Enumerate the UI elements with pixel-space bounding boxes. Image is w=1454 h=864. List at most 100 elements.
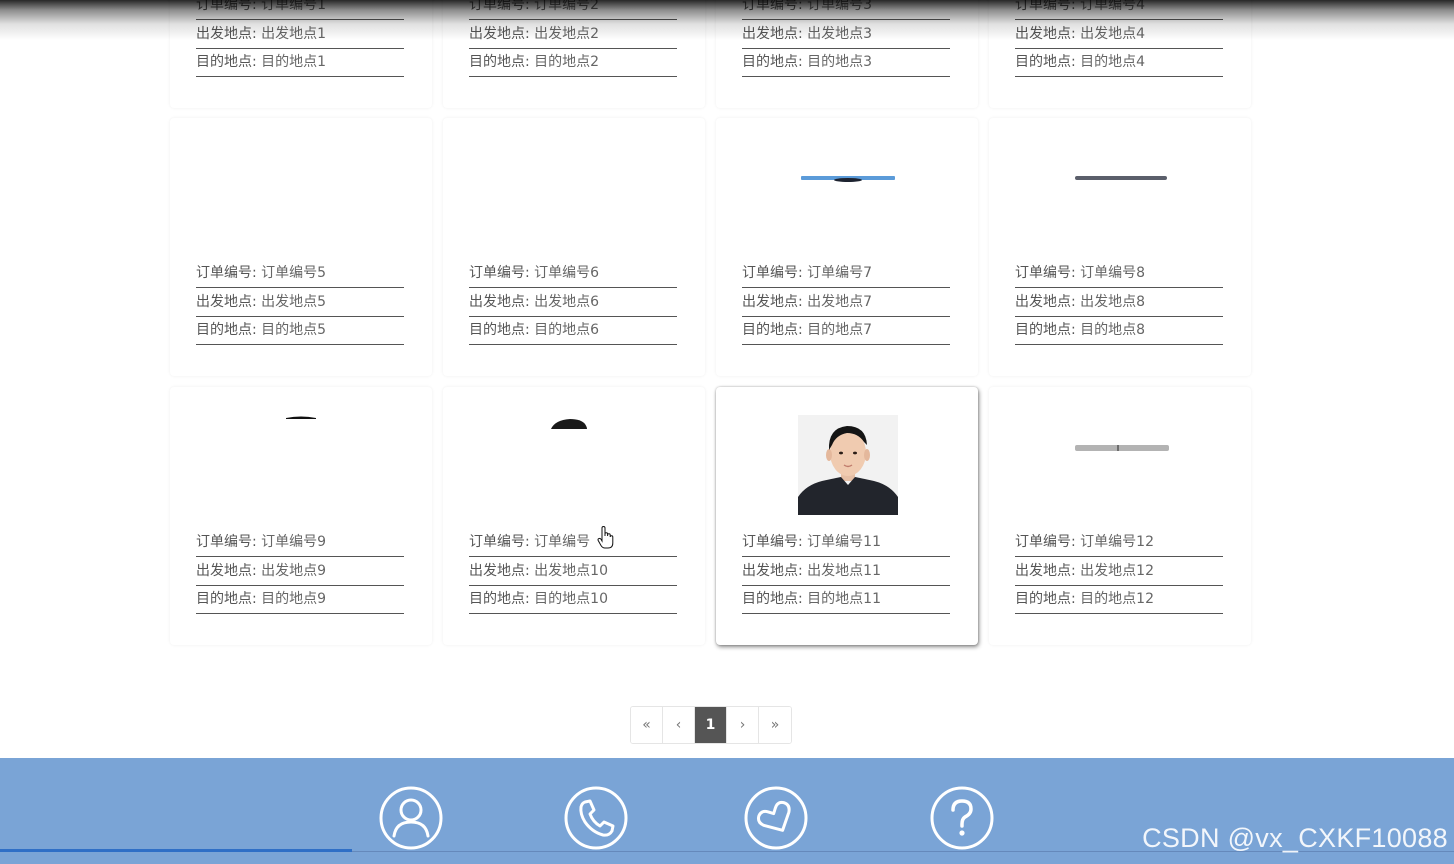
- departure-row: 出发地点: 出发地点11: [742, 558, 950, 586]
- photo-sliver-hair: [551, 419, 587, 429]
- departure-value: 出发地点1: [261, 25, 327, 42]
- order-number-value: 订单编号11: [807, 534, 881, 550]
- destination-label: 目的地点: [742, 591, 798, 607]
- order-card[interactable]: 订单编号: 订单编号1 出发地点: 出发地点1 目的地点: 目的地点1: [170, 0, 432, 108]
- departure-row: 出发地点: 出发地点9: [196, 558, 404, 586]
- departure-label: 出发地点: [196, 562, 252, 579]
- departure-row: 出发地点: 出发地点8: [1015, 289, 1223, 317]
- order-number-label: 订单编号: [469, 534, 525, 550]
- destination-row: 目的地点: 目的地点12: [1015, 586, 1223, 614]
- destination-label: 目的地点: [196, 54, 252, 70]
- order-number-value: 订单编号5: [261, 265, 327, 281]
- order-number-row: 订单编号: 订单编号5: [196, 260, 404, 288]
- order-number-value: 订单编号3: [807, 0, 873, 13]
- destination-row: 目的地点: 目的地点6: [469, 317, 677, 345]
- destination-value: 目的地点1: [261, 54, 327, 70]
- order-card[interactable]: 订单编号: 订单编号7 出发地点: 出发地点7 目的地点: 目的地点7: [716, 118, 978, 376]
- destination-value: 目的地点10: [534, 591, 608, 607]
- order-number-value: 订单编号4: [1080, 0, 1146, 13]
- departure-row: 出发地点: 出发地点10: [469, 558, 677, 586]
- pagination-last-button[interactable]: »: [759, 707, 791, 743]
- destination-label: 目的地点: [469, 322, 525, 338]
- order-number-label: 订单编号: [196, 0, 252, 13]
- card-fields: 订单编号: 订单编号4 出发地点: 出发地点4 目的地点: 目的地点4: [1015, 0, 1223, 78]
- pagination-next-button[interactable]: ›: [727, 707, 759, 743]
- order-number-row: 订单编号: 订单编号9: [196, 529, 404, 557]
- order-card-hovered[interactable]: 订单编号: 订单编号11 出发地点: 出发地点11 目的地点: 目的地点11: [716, 387, 978, 645]
- order-card[interactable]: 订单编号: 订单编号12 出发地点: 出发地点12 目的地点: 目的地点12: [989, 387, 1251, 645]
- pagination-first-button[interactable]: «: [631, 707, 663, 743]
- order-number-label: 订单编号: [742, 0, 798, 13]
- order-photo: [252, 415, 352, 515]
- order-number-value: 订单编号: [534, 534, 591, 550]
- destination-label: 目的地点: [196, 322, 252, 338]
- departure-label: 出发地点: [742, 25, 798, 42]
- progress-bar: [0, 849, 352, 852]
- order-card[interactable]: 订单编号: 订单编号5 出发地点: 出发地点5 目的地点: 目的地点5: [170, 118, 432, 376]
- destination-row: 目的地点: 目的地点2: [469, 49, 677, 77]
- departure-value: 出发地点4: [1080, 25, 1146, 42]
- card-fields: 订单编号: 订单编号6 出发地点: 出发地点6 目的地点: 目的地点6: [469, 260, 677, 346]
- card-fields: 订单编号: 订单编号7 出发地点: 出发地点7 目的地点: 目的地点7: [742, 260, 950, 346]
- order-number-value: 订单编号2: [534, 0, 600, 13]
- order-number-label: 订单编号: [1015, 0, 1071, 13]
- help-icon[interactable]: [930, 786, 994, 850]
- departure-value: 出发地点9: [261, 562, 327, 579]
- order-number-value: 订单编号8: [1080, 265, 1146, 281]
- departure-label: 出发地点: [196, 293, 252, 310]
- order-card-grid: 订单编号: 订单编号1 出发地点: 出发地点1 目的地点: 目的地点1 订单编号…: [170, 0, 1260, 660]
- photo-sliver-hair-thin: [286, 416, 316, 419]
- departure-label: 出发地点: [469, 293, 525, 310]
- order-number-value: 订单编号1: [261, 0, 327, 13]
- order-number-label: 订单编号: [196, 265, 252, 281]
- order-number-label: 订单编号: [1015, 265, 1071, 281]
- card-fields: 订单编号: 订单编号9 出发地点: 出发地点9 目的地点: 目的地点9: [196, 529, 404, 615]
- order-card[interactable]: 订单编号: 订单编号 出发地点: 出发地点10 目的地点: 目的地点10: [443, 387, 705, 645]
- order-number-row: 订单编号: 订单编号1: [196, 0, 404, 20]
- photo-sliver-gray: [1075, 176, 1167, 180]
- order-photo: [798, 146, 898, 246]
- order-photo: [798, 415, 898, 515]
- order-card[interactable]: 订单编号: 订单编号4 出发地点: 出发地点4 目的地点: 目的地点4: [989, 0, 1251, 108]
- order-number-row: 订单编号: 订单编号7: [742, 260, 950, 288]
- order-number-value: 订单编号7: [807, 265, 873, 281]
- order-number-row: 订单编号: 订单编号12: [1015, 529, 1223, 557]
- order-card[interactable]: 订单编号: 订单编号6 出发地点: 出发地点6 目的地点: 目的地点6: [443, 118, 705, 376]
- card-fields: 订单编号: 订单编号2 出发地点: 出发地点2 目的地点: 目的地点2: [469, 0, 677, 78]
- card-fields: 订单编号: 订单编号1 出发地点: 出发地点1 目的地点: 目的地点1: [196, 0, 404, 78]
- destination-value: 目的地点4: [1080, 54, 1146, 70]
- destination-row: 目的地点: 目的地点10: [469, 586, 677, 614]
- destination-value: 目的地点7: [807, 322, 873, 338]
- card-fields: 订单编号: 订单编号11 出发地点: 出发地点11 目的地点: 目的地点11: [742, 529, 950, 615]
- phone-icon[interactable]: [564, 786, 628, 850]
- order-number-value: 订单编号9: [261, 534, 327, 550]
- order-number-label: 订单编号: [469, 265, 525, 281]
- destination-label: 目的地点: [469, 591, 525, 607]
- order-card[interactable]: 订单编号: 订单编号3 出发地点: 出发地点3 目的地点: 目的地点3: [716, 0, 978, 108]
- card-fields: 订单编号: 订单编号5 出发地点: 出发地点5 目的地点: 目的地点5: [196, 260, 404, 346]
- destination-value: 目的地点2: [534, 54, 600, 70]
- order-card[interactable]: 订单编号: 订单编号2 出发地点: 出发地点2 目的地点: 目的地点2: [443, 0, 705, 108]
- order-card[interactable]: 订单编号: 订单编号8 出发地点: 出发地点8 目的地点: 目的地点8: [989, 118, 1251, 376]
- destination-row: 目的地点: 目的地点1: [196, 49, 404, 77]
- photo-portrait: [798, 415, 898, 515]
- departure-row: 出发地点: 出发地点4: [1015, 21, 1223, 49]
- user-icon[interactable]: [379, 786, 443, 850]
- departure-label: 出发地点: [1015, 562, 1071, 579]
- heart-icon[interactable]: [744, 786, 808, 850]
- destination-label: 目的地点: [196, 591, 252, 607]
- pagination-prev-button[interactable]: ‹: [663, 707, 695, 743]
- destination-value: 目的地点9: [261, 591, 327, 607]
- destination-label: 目的地点: [469, 54, 525, 70]
- order-card[interactable]: 订单编号: 订单编号9 出发地点: 出发地点9 目的地点: 目的地点9: [170, 387, 432, 645]
- order-number-label: 订单编号: [742, 534, 798, 550]
- destination-value: 目的地点8: [1080, 322, 1146, 338]
- departure-label: 出发地点: [469, 25, 525, 42]
- destination-row: 目的地点: 目的地点3: [742, 49, 950, 77]
- destination-row: 目的地点: 目的地点7: [742, 317, 950, 345]
- pagination-current-page[interactable]: 1: [695, 707, 727, 743]
- destination-label: 目的地点: [1015, 322, 1071, 338]
- order-number-row: 订单编号: 订单编号4: [1015, 0, 1223, 20]
- destination-row: 目的地点: 目的地点9: [196, 586, 404, 614]
- destination-label: 目的地点: [1015, 54, 1071, 70]
